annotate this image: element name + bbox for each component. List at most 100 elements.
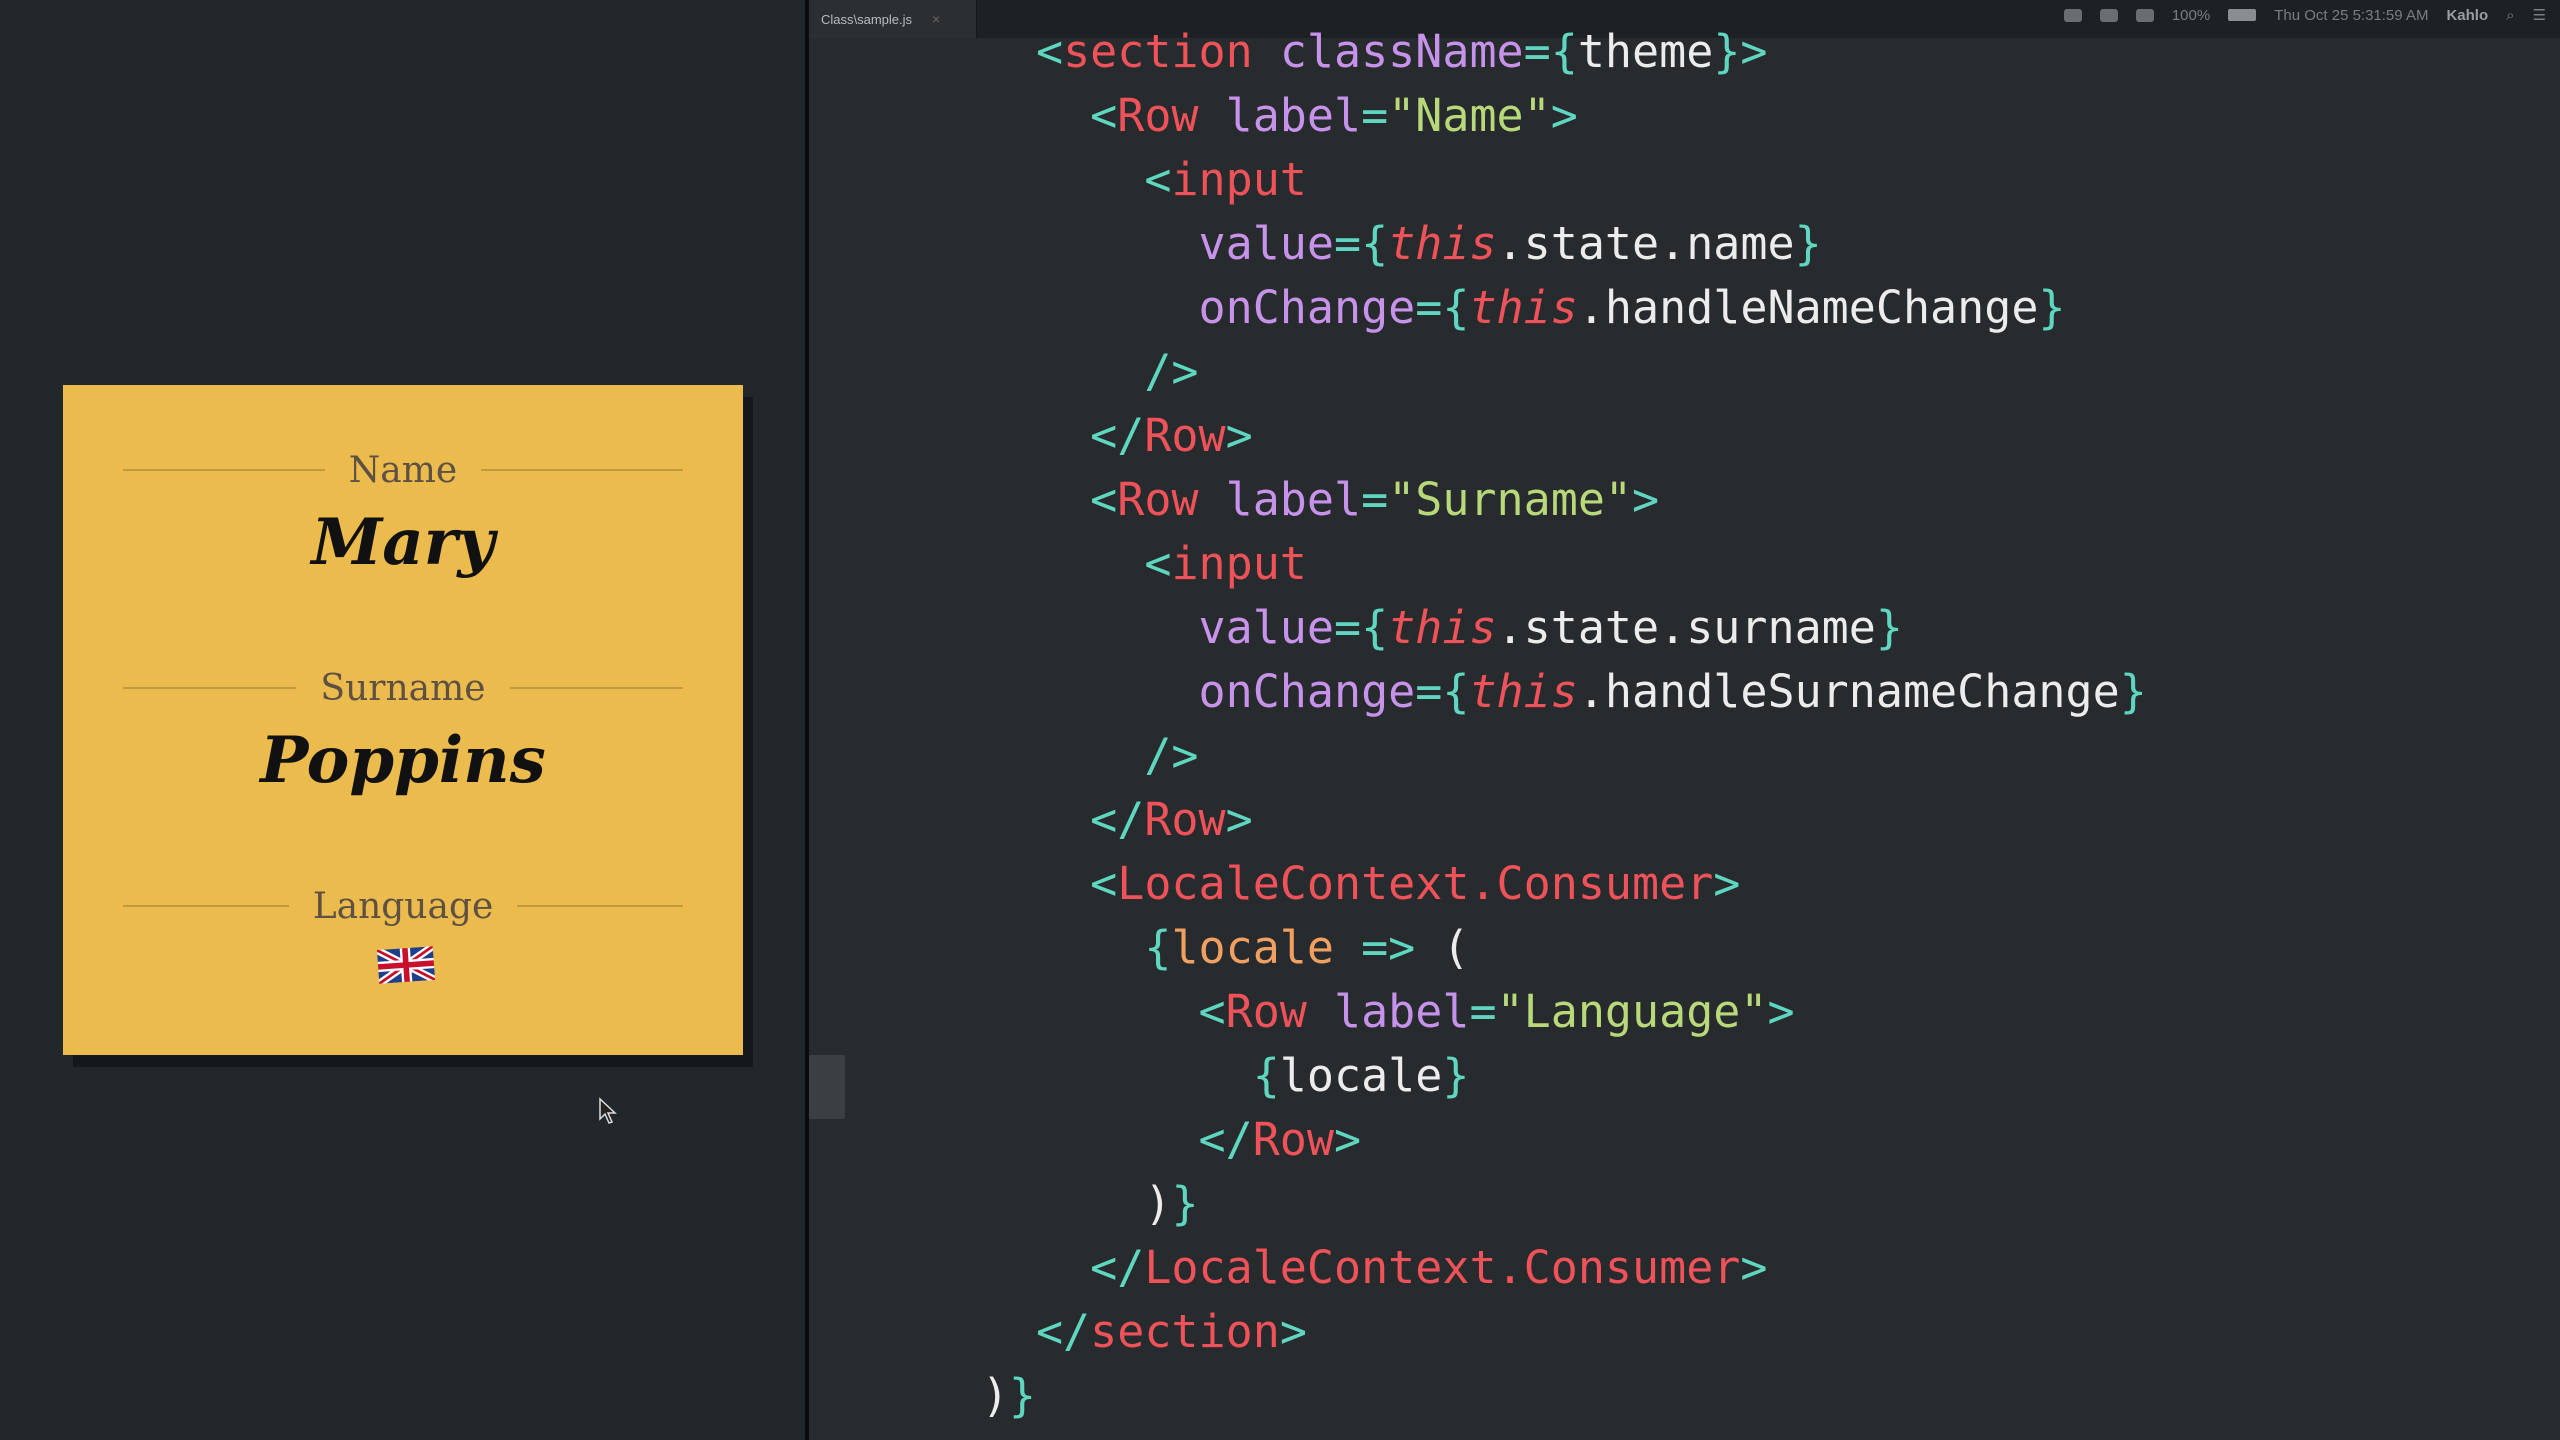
code-token: } — [2038, 281, 2066, 334]
code-token: LocaleContext.Consumer — [1117, 857, 1714, 910]
code-token: ) — [981, 1369, 1009, 1422]
code-token: > — [1225, 409, 1253, 462]
code-token: "Language" — [1496, 985, 1768, 1038]
code-token: ={ — [1334, 601, 1389, 654]
code-token: ( — [1442, 921, 1470, 974]
code-token: Row — [1252, 1113, 1334, 1166]
code-token: = — [1361, 89, 1389, 142]
code-line[interactable]: /> — [928, 724, 2147, 788]
code-line[interactable]: </Row> — [928, 788, 2147, 852]
code-line[interactable]: )} — [928, 1364, 2147, 1428]
scrollbar-thumb[interactable] — [809, 1055, 845, 1119]
code-token: </ — [1090, 1241, 1145, 1294]
menu-list-icon[interactable]: ☰ — [2533, 6, 2546, 24]
code-line[interactable]: {locale} — [928, 1044, 2147, 1108]
code-line[interactable]: </Row> — [928, 404, 2147, 468]
code-token: input — [1171, 537, 1307, 590]
code-line[interactable]: <LocaleContext.Consumer> — [928, 852, 2147, 916]
code-area[interactable]: <section className={theme}> <Row label="… — [928, 20, 2147, 1428]
code-token: theme — [1577, 25, 1714, 78]
code-token: onChange — [1198, 281, 1416, 334]
code-line[interactable]: <Row label="Language"> — [928, 980, 2147, 1044]
code-token: Row — [1144, 793, 1226, 846]
name-row-label: Name — [123, 449, 683, 491]
code-token: label — [1225, 473, 1362, 526]
profile-card: Name Mary Surname Poppins Language — [63, 385, 743, 1055]
code-line[interactable]: <input — [928, 148, 2147, 212]
code-token: } — [1794, 217, 1822, 270]
code-line[interactable]: /> — [928, 340, 2147, 404]
code-token: this — [1388, 217, 1497, 270]
code-line[interactable]: <section className={theme}> — [928, 20, 2147, 84]
code-token: } — [1171, 1177, 1199, 1230]
battery-percent: 100% — [2171, 6, 2211, 24]
code-line[interactable]: </LocaleContext.Consumer> — [928, 1236, 2147, 1300]
code-token: < — [1198, 985, 1226, 1038]
search-icon[interactable]: ⌕ — [2506, 7, 2514, 24]
code-token: "Name" — [1388, 89, 1551, 142]
code-line[interactable]: </Row> — [928, 1108, 2147, 1172]
code-line[interactable]: {locale => ( — [928, 916, 2147, 980]
code-token: section — [1090, 1305, 1280, 1358]
battery-icon[interactable] — [2228, 9, 2257, 21]
code-token: LocaleContext.Consumer — [1144, 1241, 1741, 1294]
divider-line — [123, 687, 297, 689]
code-line[interactable]: )} — [928, 1172, 2147, 1236]
code-token: section — [1063, 25, 1253, 78]
user-name[interactable]: Kahlo — [2446, 7, 2488, 24]
code-token: = — [1361, 473, 1389, 526]
divider-line — [517, 905, 684, 907]
code-token: Row — [1117, 89, 1199, 142]
language-label: Language — [312, 885, 494, 927]
code-token: this — [1469, 665, 1578, 718]
code-token: className — [1279, 25, 1524, 78]
code-line[interactable]: onChange={this.handleSurnameChange} — [928, 660, 2147, 724]
code-token: </ — [1090, 793, 1145, 846]
code-line[interactable]: value={this.state.surname} — [928, 596, 2147, 660]
code-token: ={ — [1415, 281, 1470, 334]
code-line[interactable]: <input — [928, 532, 2147, 596]
code-token: { — [1252, 1049, 1280, 1102]
code-line[interactable]: onChange={this.handleNameChange} — [928, 276, 2147, 340]
code-token: .state.name — [1496, 217, 1795, 270]
code-line[interactable]: <Row label="Name"> — [928, 84, 2147, 148]
code-token: </ — [1198, 1113, 1253, 1166]
clock[interactable]: Thu Oct 25 5:31:59 AM — [2274, 7, 2428, 24]
code-token: locale — [1279, 1049, 1443, 1102]
code-token: < — [1144, 537, 1172, 590]
code-token: => — [1334, 921, 1443, 974]
name-value[interactable]: Mary — [63, 505, 743, 580]
code-token: Row — [1117, 473, 1199, 526]
code-line[interactable]: </section> — [928, 1300, 2147, 1364]
language-row-label: Language — [123, 885, 684, 927]
code-token: Row — [1144, 409, 1226, 462]
code-token: > — [1632, 473, 1660, 526]
code-line[interactable]: <Row label="Surname"> — [928, 468, 2147, 532]
surname-value[interactable]: Poppins — [63, 723, 743, 798]
name-label: Name — [348, 449, 458, 491]
code-token: } — [1442, 1049, 1470, 1102]
code-line[interactable]: value={this.state.name} — [928, 212, 2147, 276]
surname-row-label: Surname — [123, 668, 683, 709]
code-editor[interactable]: Class\sample.js × 100% Thu Oct 25 5:31:5… — [809, 0, 2560, 1440]
code-token: { — [1144, 921, 1172, 974]
code-token: label — [1225, 89, 1362, 142]
code-token: .handleSurnameChange — [1577, 665, 2120, 718]
code-token: ={ — [1334, 217, 1389, 270]
tab-title: Class\sample.js — [821, 11, 913, 27]
